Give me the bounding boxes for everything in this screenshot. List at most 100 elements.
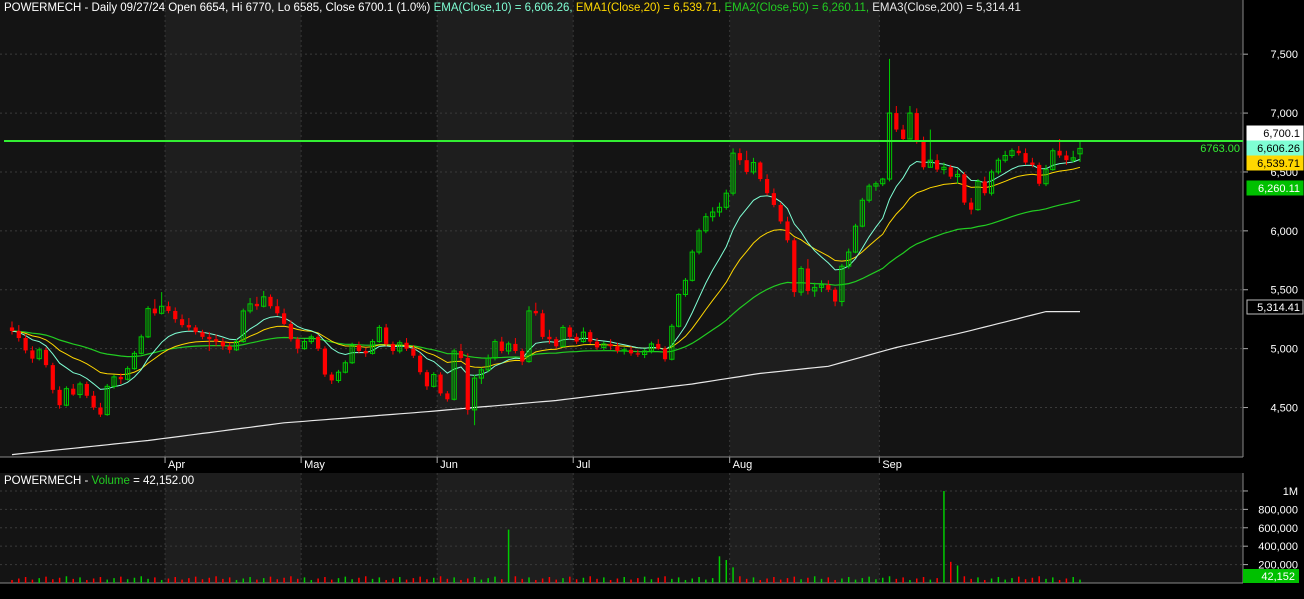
candle-body (520, 350, 525, 362)
candle-body (588, 332, 593, 342)
candle-body (656, 343, 661, 349)
candle-body (418, 355, 423, 373)
price-tick-label: 5,500 (1270, 285, 1298, 297)
candle-body (901, 129, 906, 139)
candle-body (1064, 155, 1069, 161)
candle-body (805, 268, 811, 291)
candle-body (1030, 162, 1035, 165)
candle-body (1057, 150, 1062, 156)
candle-body (16, 330, 21, 339)
candle-body (540, 313, 545, 337)
candle-body (547, 336, 552, 340)
month-shade (301, 0, 438, 457)
candle-body (458, 350, 464, 359)
candle-body (1016, 150, 1021, 154)
candle-body (186, 325, 191, 328)
candle-body (9, 327, 15, 331)
price-tick-label: 7,500 (1270, 49, 1298, 61)
candle-body (826, 285, 831, 290)
candle-body (1023, 153, 1028, 163)
candle-body (30, 350, 35, 359)
candle-body (329, 374, 334, 381)
value-badge-label-ema20: 6,539.71 (1257, 158, 1300, 170)
candle-body (1037, 164, 1042, 184)
volume-tick-label: 1M (1283, 486, 1298, 498)
candle-body (608, 343, 613, 347)
month-label: Jul (576, 459, 590, 471)
candle-body (179, 319, 185, 326)
candle-body (744, 160, 749, 172)
candle-body (935, 160, 940, 170)
candle-body (635, 353, 640, 355)
value-badge-label-close: 6,700.1 (1263, 128, 1300, 140)
candle-body (23, 338, 28, 351)
candle-body (411, 348, 416, 356)
candle-body (50, 365, 55, 390)
candle-body (615, 346, 620, 351)
candle-body (275, 306, 280, 314)
price-tick-label: 7,000 (1270, 108, 1298, 120)
candle-body (363, 350, 368, 354)
candle-body (921, 141, 926, 168)
candle-body (43, 349, 49, 366)
value-badge-label-ema50: 6,260.11 (1258, 183, 1300, 195)
candle-body (771, 193, 776, 205)
candle-body (57, 389, 62, 406)
volume-tick-label: 800,000 (1258, 504, 1298, 516)
candle-body (98, 407, 103, 415)
price-tick-label: 4,500 (1270, 403, 1298, 415)
candle-body (778, 204, 783, 222)
candle-body (71, 388, 76, 395)
candle-body (118, 376, 123, 380)
candle-body (499, 341, 504, 351)
volume-last-label: 42,152 (1261, 571, 1295, 583)
candle-body (948, 167, 953, 177)
ema50-legend: EMA2(Close,50) = 6,260.11, (724, 2, 870, 14)
volume-tick-label: 600,000 (1258, 523, 1298, 535)
candle-body (207, 336, 212, 340)
candle-body (91, 395, 96, 408)
candle-body (424, 372, 430, 387)
resistance-label: 6763.00 (1200, 143, 1240, 155)
candle-body (969, 202, 974, 210)
candle-body (200, 332, 205, 337)
candle-body (513, 343, 518, 351)
candle-body (792, 240, 797, 293)
candle-body (213, 339, 219, 342)
candle-body (574, 336, 579, 342)
candle-body (438, 374, 443, 394)
month-label: Aug (733, 459, 753, 471)
candle-body (445, 393, 450, 400)
candle-body (554, 339, 559, 347)
month-label: Sep (882, 459, 902, 471)
candle-body (567, 327, 572, 337)
candle-body (84, 383, 89, 396)
symbol-info: POWERMECH - Daily 09/27/24 Open 6654, Hi… (4, 2, 431, 14)
month-shade (879, 0, 1243, 457)
candle-body (832, 289, 838, 302)
candle-body (281, 313, 287, 324)
month-label: Apr (168, 459, 185, 471)
candle-body (758, 162, 763, 180)
price-tick-label: 5,000 (1270, 344, 1298, 356)
candle-body (220, 341, 225, 347)
candle-body (662, 348, 668, 360)
volume-value: = 42,152.00 (133, 475, 195, 487)
candle-body (982, 181, 987, 194)
volume-symbol: POWERMECH - (4, 475, 89, 487)
month-label: May (304, 459, 325, 471)
candle-body (227, 346, 232, 350)
candle-body (785, 221, 790, 241)
ema200-legend: EMA3(Close,200) = 5,314.41 (872, 2, 1021, 14)
ema10-legend: EMA(Close,10) = 6,606.26, (433, 2, 573, 14)
candle-body (894, 113, 899, 130)
stock-chart: 4,5005,0005,5006,0006,5007,0007,500Apr Ma… (0, 0, 1304, 584)
candle-body (533, 310, 538, 314)
volume-label: Volume (91, 475, 130, 487)
volume-tick-label: 400,000 (1258, 541, 1298, 553)
candle-body (914, 113, 919, 142)
candle-body (962, 174, 967, 203)
value-badge-label-ema200: 5,314.41 (1257, 302, 1300, 314)
price-tick-label: 6,000 (1270, 226, 1298, 238)
candle-body (356, 345, 362, 351)
